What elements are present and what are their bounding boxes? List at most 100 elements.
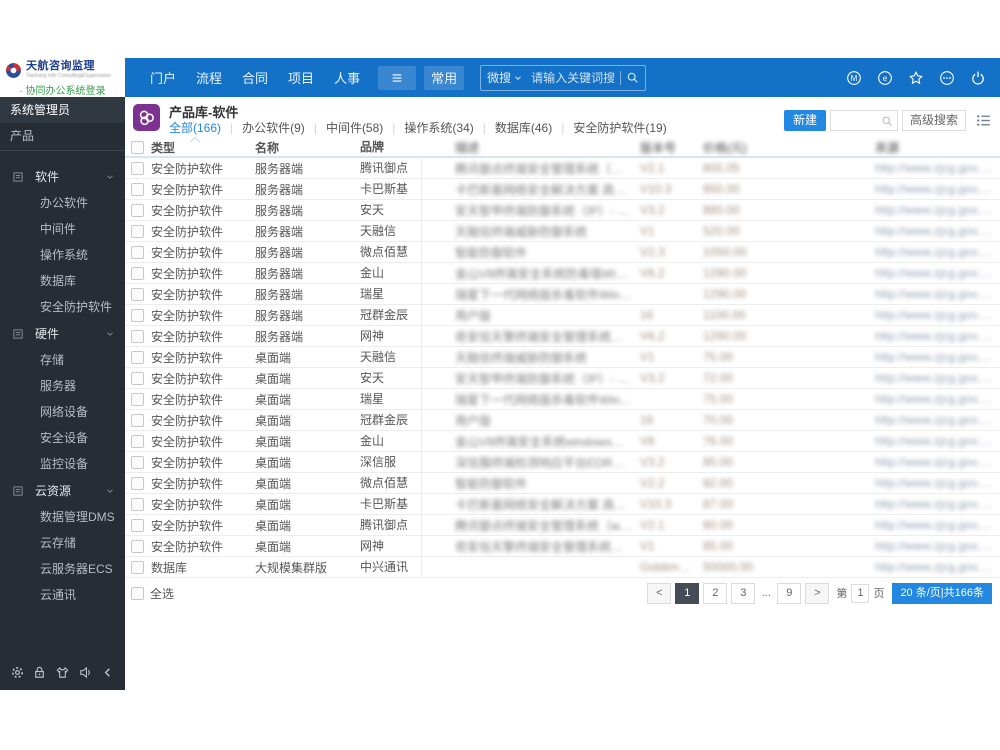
jump-page-input[interactable]: 1 xyxy=(851,583,870,603)
theme-icon[interactable] xyxy=(55,665,70,680)
row-checkbox[interactable] xyxy=(131,288,144,302)
sidebar-group-硬件[interactable]: 硬件 xyxy=(0,320,125,347)
tab-中间件(58)[interactable]: 中间件(58) xyxy=(326,119,383,136)
cell-source-link[interactable]: http://www.zjcg.gov.cn/djg/ xyxy=(875,434,1000,448)
oa-login-link[interactable]: · 协同办公系统登录 xyxy=(0,82,125,97)
cell-source-link[interactable]: http://www.zjcg.gov.cn/djg/ xyxy=(875,266,1000,280)
tab-办公软件(9)[interactable]: 办公软件(9) xyxy=(242,119,305,136)
cell-source-link[interactable]: http://www.zjcg.gov.cn/djg/ xyxy=(875,329,1000,343)
row-checkbox[interactable] xyxy=(131,393,144,407)
cell-source-link[interactable]: http://www.zjcg.gov.cn/djg/ xyxy=(875,371,1000,385)
tab-安全防护软件(19)[interactable]: 安全防护软件(19) xyxy=(573,119,666,136)
sidebar-item-云通讯[interactable]: 云通讯 xyxy=(0,582,125,608)
row-checkbox[interactable] xyxy=(131,330,144,344)
next-page-button[interactable]: > xyxy=(805,582,830,604)
service-icon[interactable]: e xyxy=(877,70,893,86)
power-icon[interactable] xyxy=(970,70,986,86)
tab-数据库(46)[interactable]: 数据库(46) xyxy=(495,119,552,136)
nav-item-门户[interactable]: 门户 xyxy=(140,68,186,87)
nav-item-人事[interactable]: 人事 xyxy=(324,68,370,87)
sidebar-section-product[interactable]: 产品 xyxy=(0,123,125,151)
search-scope-label[interactable]: 微搜 xyxy=(487,69,511,86)
tab-操作系统(34)[interactable]: 操作系统(34) xyxy=(404,119,473,136)
sidebar-item-监控设备[interactable]: 监控设备 xyxy=(0,451,125,477)
page-size-summary[interactable]: 20 条/页|共166条 xyxy=(892,582,992,604)
select-all-checkbox[interactable] xyxy=(131,586,144,600)
row-checkbox[interactable] xyxy=(131,162,144,176)
advanced-search-button[interactable]: 高级搜索 xyxy=(901,110,966,131)
user-role-label[interactable]: 系统管理员 xyxy=(0,97,125,123)
cell-source-link[interactable]: http://www.zjcg.gov.cn/djg/ xyxy=(875,539,1000,553)
prev-page-button[interactable]: < xyxy=(647,582,672,604)
row-checkbox[interactable] xyxy=(131,183,144,197)
row-checkbox[interactable] xyxy=(131,456,144,470)
lock-icon[interactable] xyxy=(32,665,47,680)
nav-item-项目[interactable]: 项目 xyxy=(278,68,324,87)
row-checkbox[interactable] xyxy=(131,519,144,533)
sidebar-item-中间件[interactable]: 中间件 xyxy=(0,216,125,242)
global-search[interactable]: 微搜 请输入关键词搜 xyxy=(480,64,647,91)
gear-icon[interactable] xyxy=(10,665,25,680)
row-checkbox[interactable] xyxy=(131,414,144,428)
sidebar-item-存储[interactable]: 存储 xyxy=(0,347,125,373)
sidebar-group-云资源[interactable]: 云资源 xyxy=(0,477,125,504)
cell-source-link[interactable]: http://www.zjcg.gov.cn/djg/ xyxy=(875,518,1000,532)
tab-全部(166)[interactable]: 全部(166) xyxy=(169,119,221,136)
favorite-icon[interactable] xyxy=(908,70,924,86)
cell-source-link[interactable]: http://www.zjcg.gov.cn/djg/ xyxy=(875,182,1000,196)
sidebar-item-数据管理DMS[interactable]: 数据管理DMS xyxy=(0,504,125,530)
cell-source-link[interactable]: http://www.zjcg.gov.cn/djg/ xyxy=(875,203,1000,217)
new-button[interactable]: 新建 xyxy=(783,110,826,131)
nav-item-流程[interactable]: 流程 xyxy=(186,68,232,87)
search-icon[interactable] xyxy=(881,115,893,127)
page-button-2[interactable]: 2 xyxy=(703,582,728,604)
nav-menu-button[interactable] xyxy=(378,65,417,90)
cell-source-link[interactable]: http://www.zjcg.gov.cn/djg/ xyxy=(875,476,1000,490)
nav-item-合同[interactable]: 合同 xyxy=(232,68,278,87)
cell-source-link[interactable]: http://www.zjcg.gov.cn/djg/ xyxy=(875,413,1000,427)
page-button-9[interactable]: 9 xyxy=(777,582,802,604)
sidebar-item-服务器[interactable]: 服务器 xyxy=(0,373,125,399)
cell-source-link[interactable]: http://www.zjcg.gov.cn/djg/ xyxy=(875,350,1000,364)
search-icon[interactable] xyxy=(626,71,639,84)
collapse-icon[interactable] xyxy=(100,665,115,680)
row-checkbox[interactable] xyxy=(131,351,144,365)
sidebar-item-数据库[interactable]: 数据库 xyxy=(0,268,125,294)
sidebar-item-云存储[interactable]: 云存储 xyxy=(0,530,125,556)
row-checkbox[interactable] xyxy=(131,435,144,449)
page-button-3[interactable]: 3 xyxy=(731,582,756,604)
sound-icon[interactable] xyxy=(78,665,93,680)
search-placeholder[interactable]: 请输入关键词搜 xyxy=(531,69,615,86)
row-checkbox[interactable] xyxy=(131,540,144,554)
cell-source-link[interactable]: http://www.zjcg.gov.cn/djg/ xyxy=(875,392,1000,406)
cell-source-link[interactable]: http://www.zjcg.gov.cn/djg/ xyxy=(875,161,1000,175)
message-icon[interactable]: M xyxy=(846,70,862,86)
row-checkbox[interactable] xyxy=(131,561,144,575)
more-icon[interactable] xyxy=(939,70,955,86)
sidebar-item-安全防护软件[interactable]: 安全防护软件 xyxy=(0,294,125,320)
row-checkbox[interactable] xyxy=(131,246,144,260)
cell-source-link[interactable]: http://www.zjcg.gov.cn/djg/ xyxy=(875,455,1000,469)
sidebar-item-安全设备[interactable]: 安全设备 xyxy=(0,425,125,451)
sidebar-item-办公软件[interactable]: 办公软件 xyxy=(0,190,125,216)
row-checkbox[interactable] xyxy=(131,225,144,239)
sidebar-item-云服务器ECS[interactable]: 云服务器ECS xyxy=(0,556,125,582)
cell-source-link[interactable]: http://www.zjcg.gov.cn/djg/ xyxy=(875,287,1000,301)
nav-item-common[interactable]: 常用 xyxy=(424,65,465,90)
row-checkbox[interactable] xyxy=(131,372,144,386)
row-checkbox[interactable] xyxy=(131,498,144,512)
sidebar-group-软件[interactable]: 软件 xyxy=(0,163,125,190)
cell-source-link[interactable]: http://www.zjcg.gov.cn/djg/ xyxy=(875,308,1000,322)
cell-source-link[interactable]: http://www.zjcg.gov.cn/djg/ xyxy=(875,245,1000,259)
table-search-input[interactable] xyxy=(829,110,898,131)
row-checkbox[interactable] xyxy=(131,204,144,218)
page-button-1[interactable]: 1 xyxy=(675,582,700,604)
header-checkbox[interactable] xyxy=(131,141,144,155)
sidebar-item-操作系统[interactable]: 操作系统 xyxy=(0,242,125,268)
list-view-icon[interactable] xyxy=(975,112,992,129)
cell-source-link[interactable]: http://www.zjcg.gov.cn/djg/ xyxy=(875,224,1000,238)
row-checkbox[interactable] xyxy=(131,309,144,323)
cell-source-link[interactable]: http://www.zjcg.gov.cn/djg/ xyxy=(875,497,1000,511)
cell-source-link[interactable]: http://www.zjcg.gov.cn/djg/ xyxy=(875,560,1000,574)
row-checkbox[interactable] xyxy=(131,267,144,281)
